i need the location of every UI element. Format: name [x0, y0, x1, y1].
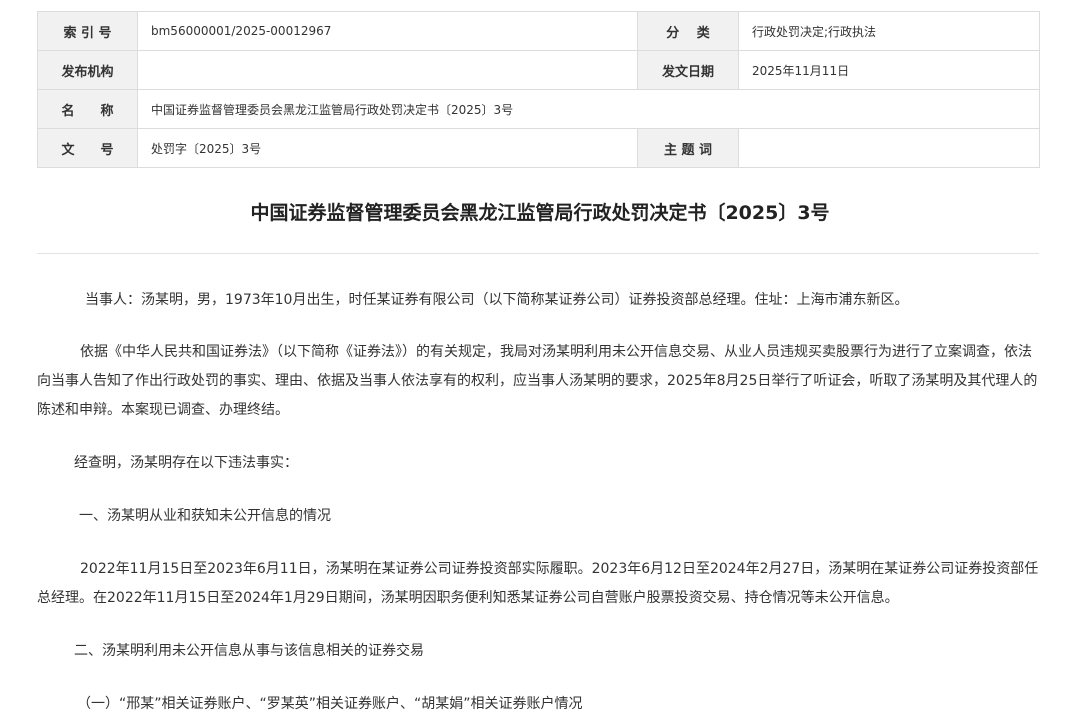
publisher-value — [137, 50, 638, 90]
keywords-value — [738, 128, 1040, 168]
publisher-label: 发布机构 — [37, 50, 138, 90]
document-title: 中国证券监督管理委员会黑龙江监管局行政处罚决定书〔2025〕3号 — [250, 202, 830, 224]
meta-row-docno: 文 号 处罚字〔2025〕3号 主 题 词 — [37, 128, 1040, 168]
name-label: 名 称 — [37, 89, 138, 129]
paragraph-party: 当事人：汤某明，男，1973年10月出生，时任某证券有限公司（以下简称某证券公司… — [85, 292, 909, 308]
metadata-table: 索 引 号 bm56000001/2025-00012967 分 类 行政处罚决… — [37, 11, 1040, 168]
keywords-label: 主 题 词 — [637, 128, 739, 168]
paragraph-findings-intro: 经查明，汤某明存在以下违法事实： — [74, 455, 298, 471]
date-value: 2025年11月11日 — [738, 50, 1040, 90]
paragraph-basis: 依据《中华人民共和国证券法》（以下简称《证券法》）的有关规定，我局对汤某明利用未… — [37, 344, 1038, 418]
document-page: 索 引 号 bm56000001/2025-00012967 分 类 行政处罚决… — [0, 0, 1080, 713]
docno-label: 文 号 — [37, 128, 138, 168]
document-body: 当事人：汤某明，男，1973年10月出生，时任某证券有限公司（以下简称某证券公司… — [37, 286, 1039, 719]
category-label: 分 类 — [637, 11, 739, 51]
index-label: 索 引 号 — [37, 11, 138, 51]
meta-row-name: 名 称 中国证券监督管理委员会黑龙江监管局行政处罚决定书〔2025〕3号 — [37, 89, 1040, 129]
docno-value: 处罚字〔2025〕3号 — [137, 128, 638, 168]
date-label: 发文日期 — [637, 50, 739, 90]
subsection-heading-1: （一）“邢某”相关证券账户、“罗某英”相关证券账户、“胡某娟”相关证券账户情况 — [77, 696, 583, 712]
category-value: 行政处罚决定;行政执法 — [738, 11, 1040, 51]
name-value: 中国证券监督管理委员会黑龙江监管局行政处罚决定书〔2025〕3号 — [137, 89, 1040, 129]
section-heading-2: 二、汤某明利用未公开信息从事与该信息相关的证券交易 — [74, 643, 424, 659]
index-value: bm56000001/2025-00012967 — [137, 11, 638, 51]
paragraph-employment: 2022年11月15日至2023年6月11日，汤某明在某证券公司证券投资部实际履… — [37, 561, 1039, 606]
meta-row-index: 索 引 号 bm56000001/2025-00012967 分 类 行政处罚决… — [37, 11, 1040, 51]
section-heading-1: 一、汤某明从业和获知未公开信息的情况 — [79, 508, 331, 524]
title-divider — [37, 253, 1039, 254]
meta-row-publisher: 发布机构 发文日期 2025年11月11日 — [37, 50, 1040, 90]
